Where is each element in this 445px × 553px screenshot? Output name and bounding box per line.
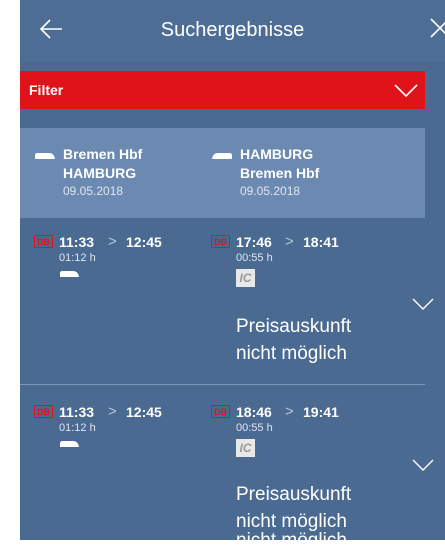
price-info: Preisauskunft nicht möglich nicht möglic… (236, 481, 351, 540)
duration: 01:12 h (59, 422, 96, 434)
top-bar: Suchergebnisse (20, 0, 445, 62)
train-icon (35, 153, 55, 159)
arrival-time: 12:45 (126, 234, 162, 250)
price-info: Preisauskunft nicht möglich (236, 313, 351, 367)
arrow-right-icon: > (108, 233, 117, 250)
route-summary: Bremen Hbf HAMBURG 09.05.2018 HAMBURG Br… (20, 128, 425, 218)
filter-label: Filter (29, 82, 64, 98)
route-from: Bremen Hbf (63, 146, 143, 162)
app-screen: Suchergebnisse Filter Bremen Hbf HAMBURG… (20, 0, 445, 540)
db-logo-icon: DB (211, 405, 230, 418)
route-from: HAMBURG (240, 146, 314, 162)
route-date: 09.05.2018 (240, 184, 301, 198)
ice-train-icon (60, 441, 79, 447)
departure-time: 18:46 (236, 404, 272, 420)
arrow-right-icon: > (108, 403, 117, 420)
price-text: nicht möglich (236, 343, 347, 364)
ic-product-badge: IC (236, 269, 255, 287)
route-to: HAMBURG (63, 165, 137, 181)
arrow-right-icon: > (285, 403, 294, 420)
db-logo-icon: DB (211, 235, 230, 248)
chevron-down-icon[interactable] (411, 457, 435, 473)
chevron-down-icon[interactable] (411, 296, 435, 312)
departure-time: 11:33 (59, 234, 95, 250)
ice-train-icon (60, 271, 79, 277)
db-logo-icon: DB (34, 405, 53, 418)
train-icon (212, 153, 232, 159)
connection-item[interactable]: DB 11:33 > 12:45 01:12 h DB 18:46 > 19:4… (20, 389, 434, 540)
duration: 00:55 h (236, 252, 273, 264)
route-to: Bremen Hbf (240, 165, 320, 181)
filter-bar[interactable]: Filter (20, 71, 425, 109)
departure-time: 11:33 (59, 404, 95, 420)
arrival-time: 18:41 (303, 234, 339, 250)
price-text: Preisauskunft (236, 316, 352, 337)
divider (20, 384, 425, 385)
arrow-right-icon: > (285, 233, 294, 250)
arrival-time: 12:45 (126, 404, 162, 420)
route-date: 09.05.2018 (63, 184, 124, 198)
page-title: Suchergebnisse (160, 19, 305, 41)
price-text-overflow: nicht möglich (236, 527, 351, 540)
duration: 00:55 h (236, 422, 273, 434)
chevron-down-icon (394, 84, 418, 98)
duration: 01:12 h (59, 252, 96, 264)
ic-product-badge: IC (236, 439, 255, 457)
close-icon[interactable] (429, 16, 445, 42)
connection-item[interactable]: DB 11:33 > 12:45 01:12 h DB 17:46 > 18:4… (20, 222, 434, 385)
db-logo-icon: DB (34, 235, 53, 248)
arrival-time: 19:41 (303, 404, 339, 420)
departure-time: 17:46 (236, 234, 272, 250)
price-text: Preisauskunft (236, 484, 352, 505)
